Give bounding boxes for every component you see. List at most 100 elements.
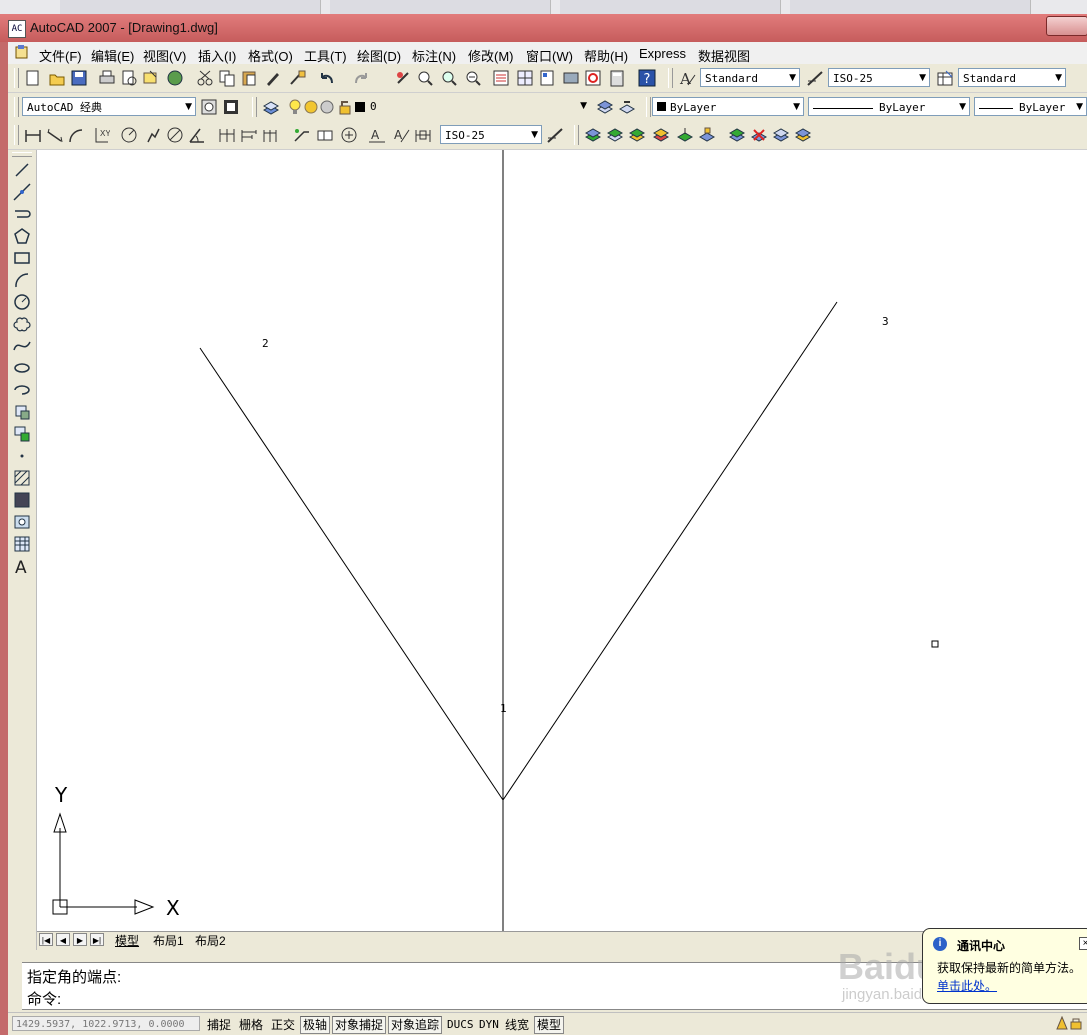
browser-tab[interactable] [60, 0, 321, 14]
center-mark-icon[interactable] [340, 126, 358, 144]
ellipse-arc-icon[interactable] [12, 380, 32, 400]
toolbar-grip[interactable] [574, 125, 579, 145]
ordinate-dimension-icon[interactable]: XY [92, 126, 111, 144]
color-select[interactable]: ByLayer ▼ [652, 97, 804, 116]
dimension-update-icon[interactable] [414, 126, 432, 144]
menu-window[interactable]: 窗口(W) [526, 46, 573, 65]
redo-icon[interactable] [352, 69, 370, 87]
calculator-icon[interactable] [608, 69, 626, 87]
layer-delete-icon[interactable] [750, 126, 768, 144]
undo-icon[interactable] [318, 69, 336, 87]
document-menu-icon[interactable] [14, 44, 30, 60]
my-workspace-icon[interactable] [222, 98, 240, 116]
menu-edit[interactable]: 编辑(E) [91, 46, 134, 65]
jogged-dimension-icon[interactable] [144, 126, 162, 144]
layer-merge-icon[interactable] [772, 126, 790, 144]
construction-line-icon[interactable] [12, 182, 32, 202]
workspace-select[interactable]: AutoCAD 经典 ▼ [22, 97, 196, 116]
menu-data-view[interactable]: 数据视图 [698, 46, 750, 65]
communication-center-balloon[interactable]: i 通讯中心 × 获取保持最新的简单方法。 单击此处。 [922, 928, 1087, 1004]
radius-dimension-icon[interactable] [120, 126, 138, 144]
tab-layout2[interactable]: 布局2 [195, 932, 226, 949]
multiline-text-icon[interactable]: A [12, 556, 32, 578]
diameter-dimension-icon[interactable] [166, 126, 184, 144]
quick-dimension-icon[interactable] [218, 126, 236, 144]
region-icon[interactable] [12, 512, 32, 532]
publish-icon[interactable] [142, 69, 160, 87]
menu-help[interactable]: 帮助(H) [584, 46, 628, 65]
toolbar-grip[interactable] [252, 97, 257, 117]
arc-icon[interactable] [12, 270, 32, 290]
polyline-icon[interactable] [12, 204, 32, 224]
plot-preview-icon[interactable] [120, 69, 138, 87]
menu-view[interactable]: 视图(V) [143, 46, 186, 65]
model-space-toggle[interactable]: 模型 [534, 1016, 565, 1034]
coordinate-display[interactable]: 1429.5937, 1022.9713, 0.0000 [12, 1016, 200, 1031]
browser-tab[interactable] [330, 0, 551, 14]
markup-icon[interactable] [584, 69, 602, 87]
layer-off-icon[interactable] [652, 126, 670, 144]
model-space-drawing[interactable]: 2 3 1 Y X [37, 150, 1087, 931]
polygon-icon[interactable] [12, 226, 32, 246]
3d-dwf-icon[interactable] [166, 69, 184, 87]
layer-match-icon[interactable] [676, 126, 694, 144]
toolbar-grip[interactable] [646, 97, 651, 117]
browser-tab[interactable] [560, 0, 781, 14]
autocad-app-icon[interactable]: AC [8, 20, 26, 38]
quick-leader-icon[interactable] [292, 126, 310, 144]
toolbar-grip[interactable] [14, 68, 19, 88]
layer-walk-icon[interactable] [728, 126, 746, 144]
balloon-link[interactable]: 单击此处。 [937, 977, 997, 994]
cut-icon[interactable] [196, 69, 214, 87]
toolbar-grip[interactable] [12, 152, 32, 157]
table-icon[interactable] [12, 534, 32, 554]
dimension-style-select[interactable]: ISO-25 ▼ [440, 125, 542, 144]
new-icon[interactable] [24, 69, 42, 87]
zoom-window-icon[interactable] [440, 69, 458, 87]
menu-express[interactable]: Express [639, 46, 686, 61]
gradient-icon[interactable] [12, 490, 32, 510]
dimension-text-edit-icon[interactable]: A [392, 126, 410, 144]
circle-icon[interactable] [12, 292, 32, 312]
pan-realtime-icon[interactable] [394, 69, 412, 87]
linetype-select[interactable]: ByLayer ▼ [808, 97, 970, 116]
dyn-toggle[interactable]: DYN [476, 1016, 502, 1034]
dimension-edit-icon[interactable]: A [368, 126, 386, 144]
make-object-layer-current-icon[interactable] [596, 98, 614, 116]
layer-copy-objects-icon[interactable] [794, 126, 812, 144]
close-icon[interactable]: × [1079, 937, 1087, 950]
layer-lock-icon[interactable] [698, 126, 716, 144]
line-icon[interactable] [12, 160, 32, 180]
menu-insert[interactable]: 插入(I) [198, 46, 236, 65]
lock-icon[interactable] [1070, 1016, 1082, 1030]
layer-freeze-icon[interactable] [628, 126, 646, 144]
hatch-icon[interactable] [12, 468, 32, 488]
linear-dimension-icon[interactable] [24, 126, 42, 144]
save-icon[interactable] [70, 69, 88, 87]
print-icon[interactable] [98, 69, 116, 87]
open-icon[interactable] [48, 69, 66, 87]
layer-manager-icon[interactable] [262, 98, 280, 116]
command-prompt[interactable]: 命令: [27, 988, 61, 1009]
arc-length-icon[interactable] [68, 126, 86, 144]
layer-viewport-icon[interactable] [318, 98, 336, 116]
next-tab-button[interactable]: ▶ [73, 933, 87, 946]
menu-draw[interactable]: 绘图(D) [357, 46, 401, 65]
workspace-settings-icon[interactable] [200, 98, 218, 116]
lineweight-toggle[interactable]: 线宽 [502, 1016, 532, 1034]
menu-format[interactable]: 格式(O) [248, 46, 293, 65]
ortho-toggle[interactable]: 正交 [268, 1016, 298, 1034]
zoom-realtime-icon[interactable] [416, 69, 434, 87]
otrack-toggle[interactable]: 对象追踪 [388, 1016, 443, 1034]
point-icon[interactable] [12, 446, 32, 466]
rectangle-icon[interactable] [12, 248, 32, 268]
baseline-dimension-icon[interactable] [240, 126, 258, 144]
lineweight-select[interactable]: ByLayer ▼ [974, 97, 1087, 116]
layer-previous-icon[interactable] [618, 98, 636, 116]
tolerance-icon[interactable] [316, 126, 334, 144]
paste-icon[interactable] [240, 69, 258, 87]
tab-model[interactable]: 模型 [115, 932, 139, 949]
polar-toggle[interactable]: 极轴 [300, 1016, 331, 1034]
continue-dimension-icon[interactable] [262, 126, 280, 144]
make-block-icon[interactable] [12, 424, 32, 444]
